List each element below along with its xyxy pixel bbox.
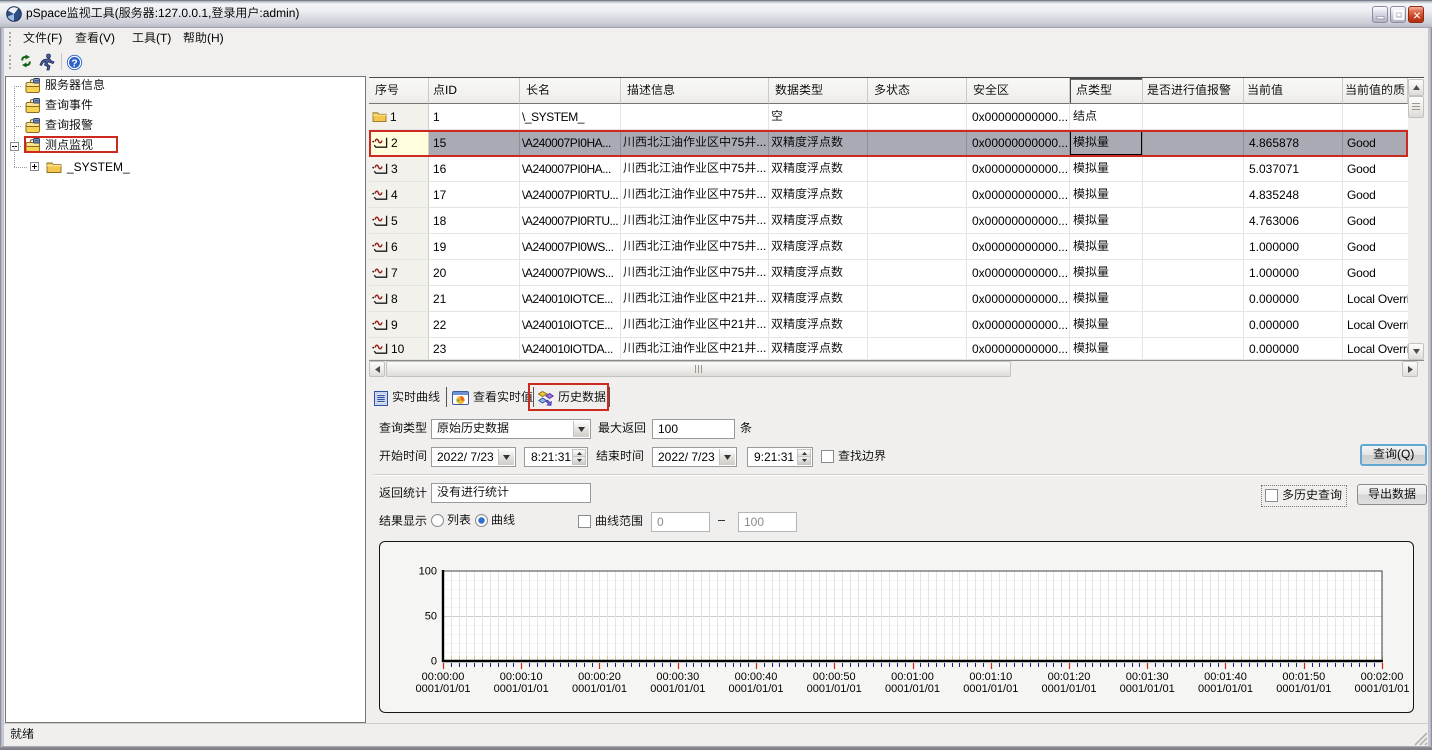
svg-text:0001/01/01: 0001/01/01: [1041, 683, 1096, 695]
svg-text:00:01:30: 00:01:30: [1126, 671, 1169, 683]
svg-text:0001/01/01: 0001/01/01: [963, 683, 1018, 695]
svg-text:00:02:00: 00:02:00: [1361, 671, 1404, 683]
svg-text:0001/01/01: 0001/01/01: [885, 683, 940, 695]
svg-text:00:01:40: 00:01:40: [1204, 671, 1247, 683]
svg-text:0: 0: [431, 656, 437, 668]
svg-text:100: 100: [419, 566, 437, 578]
svg-text:0001/01/01: 0001/01/01: [494, 683, 549, 695]
svg-text:0001/01/01: 0001/01/01: [572, 683, 627, 695]
svg-text:0001/01/01: 0001/01/01: [1198, 683, 1253, 695]
svg-text:0001/01/01: 0001/01/01: [728, 683, 783, 695]
svg-text:0001/01/01: 0001/01/01: [650, 683, 705, 695]
svg-text:00:01:10: 00:01:10: [969, 671, 1012, 683]
svg-text:00:00:10: 00:00:10: [500, 671, 543, 683]
svg-text:00:01:20: 00:01:20: [1048, 671, 1091, 683]
svg-text:00:01:00: 00:01:00: [891, 671, 934, 683]
svg-text:50: 50: [425, 611, 437, 623]
svg-text:00:00:40: 00:00:40: [735, 671, 778, 683]
svg-text:00:00:50: 00:00:50: [813, 671, 856, 683]
svg-text:0001/01/01: 0001/01/01: [1120, 683, 1175, 695]
svg-text:0001/01/01: 0001/01/01: [415, 683, 470, 695]
svg-text:00:00:20: 00:00:20: [578, 671, 621, 683]
svg-text:00:01:50: 00:01:50: [1282, 671, 1325, 683]
svg-text:?: ?: [71, 57, 77, 69]
svg-text:00:00:00: 00:00:00: [422, 671, 465, 683]
svg-text:0001/01/01: 0001/01/01: [807, 683, 862, 695]
svg-text:00:00:30: 00:00:30: [656, 671, 699, 683]
svg-text:0001/01/01: 0001/01/01: [1354, 683, 1409, 695]
svg-text:0001/01/01: 0001/01/01: [1276, 683, 1331, 695]
